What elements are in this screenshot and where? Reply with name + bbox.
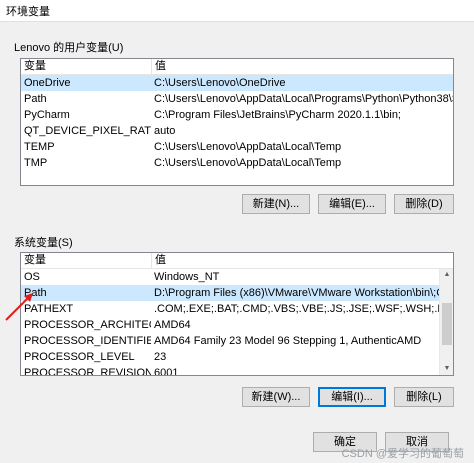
window-titlebar: 环境变量 bbox=[0, 0, 474, 22]
annotation-arrow-icon bbox=[5, 293, 33, 321]
column-header-value[interactable]: 值 bbox=[152, 59, 453, 74]
variable-value: .COM;.EXE;.BAT;.CMD;.VBS;.VBE;.JS;.JSE;.… bbox=[154, 303, 439, 315]
table-row[interactable]: PyCharm C:\Program Files\JetBrains\PyChar… bbox=[21, 107, 453, 123]
variable-name: PyCharm bbox=[24, 109, 70, 121]
variable-value: C:\Program Files\JetBrains\PyCharm 2020.… bbox=[154, 109, 401, 121]
table-row[interactable]: QT_DEVICE_PIXEL_RATIO auto bbox=[21, 123, 453, 139]
variable-name: TEMP bbox=[24, 141, 55, 153]
variable-name: Path bbox=[24, 93, 47, 105]
variable-value: 23 bbox=[154, 351, 167, 363]
system-edit-button[interactable]: 编辑(I)... bbox=[318, 387, 386, 407]
variable-value: AMD64 bbox=[154, 319, 191, 331]
variable-value: Windows_NT bbox=[154, 271, 220, 283]
variable-name: PROCESSOR_ARCHITECTURE bbox=[24, 319, 151, 331]
column-header-variable[interactable]: 变量 bbox=[21, 253, 151, 268]
table-row[interactable]: OS Windows_NT bbox=[21, 269, 439, 285]
scroll-down-icon[interactable]: ▼ bbox=[440, 363, 453, 375]
system-vars-scrollbar[interactable]: ▲ ▼ bbox=[439, 269, 453, 375]
watermark: CSDN @爱学习的葡萄萄 bbox=[341, 448, 464, 460]
scroll-thumb[interactable] bbox=[442, 303, 452, 345]
table-row[interactable]: PROCESSOR_LEVEL 23 bbox=[21, 349, 439, 365]
variable-name: PROCESSOR_REVISION bbox=[24, 367, 151, 376]
user-vars-list[interactable]: 变量 值 OneDrive C:\Users\Lenovo\OneDrive Pat… bbox=[20, 58, 454, 186]
system-vars-header: 变量 值 bbox=[21, 253, 453, 269]
table-row[interactable]: PROCESSOR_ARCHITECTUREAMD64 bbox=[21, 317, 439, 333]
table-row[interactable]: PATHEXT .COM;.EXE;.BAT;.CMD;.VBS;.VBE;.JS… bbox=[21, 301, 439, 317]
variable-value: C:\Users\Lenovo\OneDrive bbox=[154, 77, 286, 89]
table-row[interactable]: TMP C:\Users\Lenovo\AppData\Local\Temp bbox=[21, 155, 453, 171]
table-row[interactable]: Path D:\Program Files (x86)\VMware\VMware… bbox=[21, 285, 439, 301]
variable-value: 6001 bbox=[154, 367, 179, 376]
column-header-variable[interactable]: 变量 bbox=[21, 59, 151, 74]
variable-name: Path bbox=[24, 287, 47, 299]
variable-name: OneDrive bbox=[24, 77, 71, 89]
variable-value: AMD64 Family 23 Model 96 Stepping 1, Aut… bbox=[154, 335, 422, 347]
scroll-up-icon[interactable]: ▲ bbox=[440, 269, 453, 281]
system-delete-button[interactable]: 删除(L) bbox=[394, 387, 454, 407]
variable-value: auto bbox=[154, 125, 176, 137]
variable-value: C:\Users\Lenovo\AppData\Local\Temp bbox=[154, 141, 342, 153]
table-row[interactable]: Path C:\Users\Lenovo\AppData\Local\Progra… bbox=[21, 91, 453, 107]
system-new-button[interactable]: 新建(W)... bbox=[242, 387, 310, 407]
user-new-button[interactable]: 新建(N)... bbox=[242, 194, 310, 214]
variable-value: C:\Users\Lenovo\AppData\Local\Temp bbox=[154, 157, 342, 169]
table-row[interactable]: PROCESSOR_IDENTIFIER AMD64 Family 23 Mode… bbox=[21, 333, 439, 349]
variable-value: D:\Program Files (x86)\VMware\VMware Wor… bbox=[154, 287, 439, 299]
table-row[interactable]: PROCESSOR_REVISION 6001 bbox=[21, 365, 439, 376]
variable-name: TMP bbox=[24, 157, 48, 169]
table-row[interactable]: TEMP C:\Users\Lenovo\AppData\Local\Temp bbox=[21, 139, 453, 155]
variable-name: PROCESSOR_IDENTIFIER bbox=[24, 335, 151, 347]
variable-value: C:\Users\Lenovo\AppData\Local\Programs\P… bbox=[154, 93, 453, 105]
window-title: 环境变量 bbox=[6, 5, 50, 18]
user-vars-group-label: Lenovo 的用户变量(U) bbox=[14, 42, 124, 54]
variable-name: PATHEXT bbox=[24, 303, 74, 315]
system-vars-list[interactable]: 变量 值 OS Windows_NT Path D:\Program Files (x… bbox=[20, 252, 454, 376]
column-header-value[interactable]: 值 bbox=[152, 253, 453, 268]
user-vars-header: 变量 值 bbox=[21, 59, 453, 75]
system-vars-group-label: 系统变量(S) bbox=[14, 237, 73, 249]
variable-name: PROCESSOR_LEVEL bbox=[24, 351, 135, 363]
user-edit-button[interactable]: 编辑(E)... bbox=[318, 194, 386, 214]
variable-name: QT_DEVICE_PIXEL_RATIO bbox=[24, 125, 151, 137]
variable-name: OS bbox=[24, 271, 40, 283]
user-delete-button[interactable]: 删除(D) bbox=[394, 194, 454, 214]
table-row[interactable]: OneDrive C:\Users\Lenovo\OneDrive bbox=[21, 75, 453, 91]
